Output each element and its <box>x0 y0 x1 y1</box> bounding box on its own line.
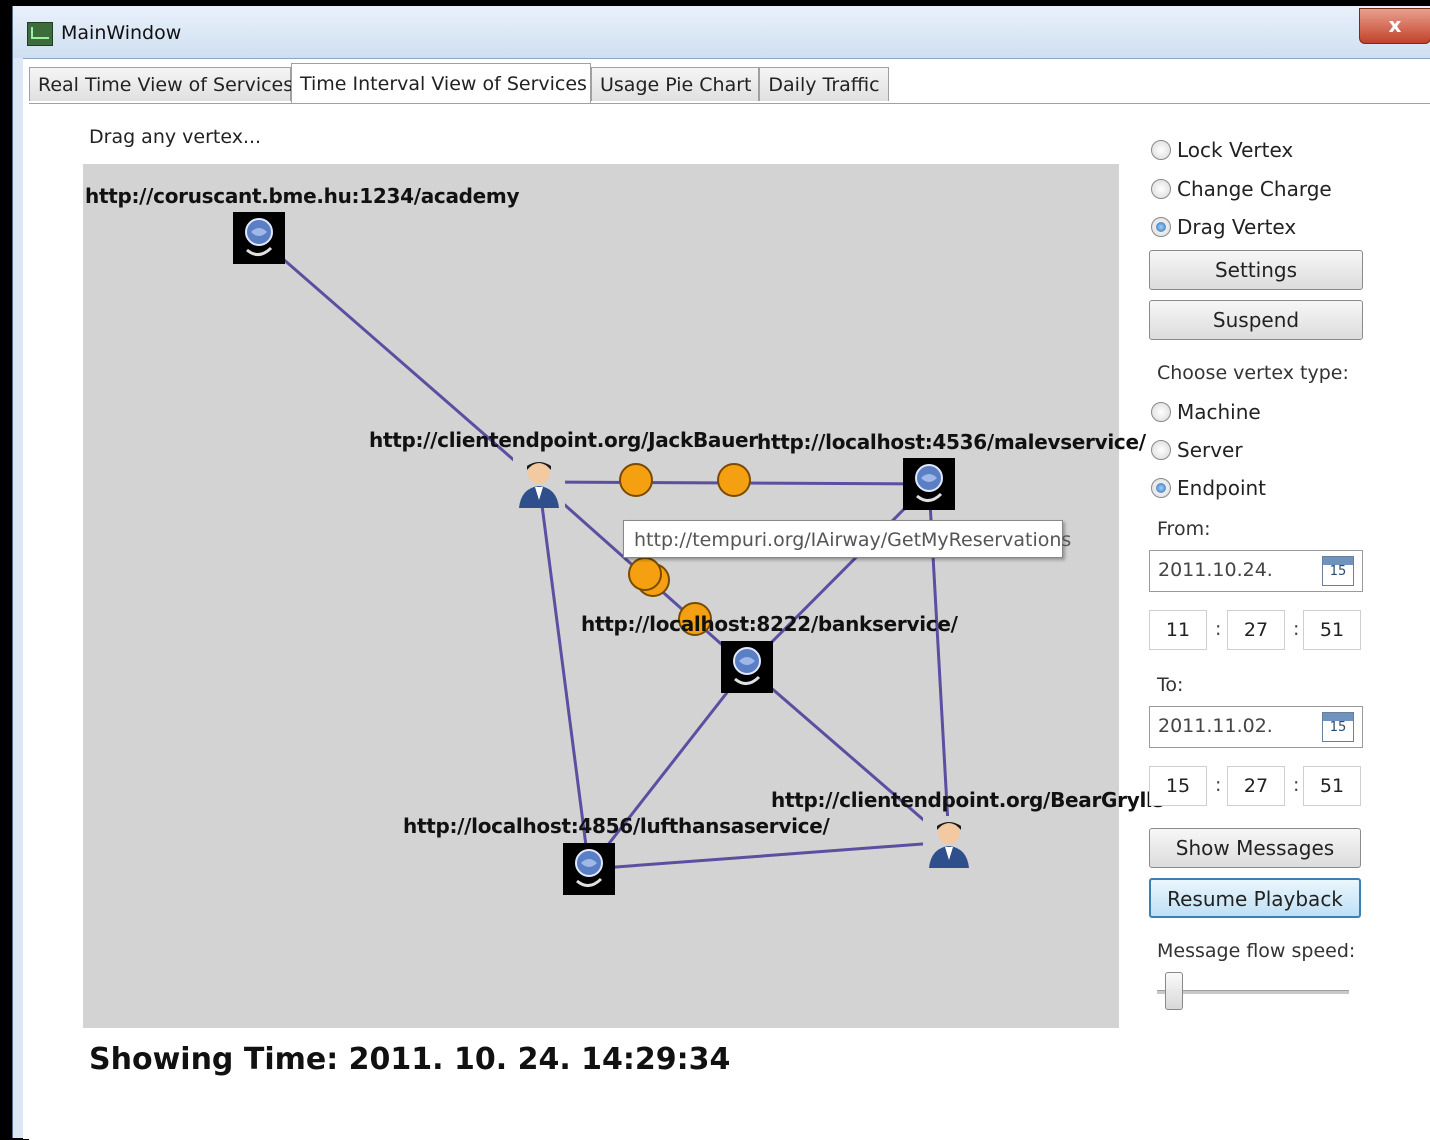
tab-usage-pie-chart[interactable]: Usage Pie Chart <box>591 67 759 101</box>
graph-canvas[interactable]: http://coruscant.bme.hu:1234/academy htt… <box>83 164 1164 1028</box>
tab-daily-traffic[interactable]: Daily Traffic <box>759 67 889 101</box>
vertex-label-beargrylls: http://clientendpoint.org/BearGrylls <box>771 788 1165 812</box>
tab-time-interval-view[interactable]: Time Interval View of Services <box>291 63 591 103</box>
suspend-button[interactable]: Suspend <box>1149 300 1363 340</box>
drag-hint: Drag any vertex... <box>89 126 262 148</box>
time-separator: : <box>1293 774 1300 796</box>
time-separator: : <box>1293 618 1300 640</box>
radio-machine[interactable]: Machine <box>1151 400 1261 424</box>
to-hour-field[interactable]: 15 <box>1149 766 1207 806</box>
radio-label: Drag Vertex <box>1177 215 1297 239</box>
tab-real-time-view[interactable]: Real Time View of Services <box>29 67 293 101</box>
message-tooltip: http://tempuri.org/IAirway/GetMyReservat… <box>623 520 1071 558</box>
service-globe-icon[interactable] <box>233 212 285 264</box>
service-globe-icon[interactable] <box>721 641 773 693</box>
user-icon[interactable] <box>513 456 565 508</box>
radio-label: Lock Vertex <box>1177 138 1294 162</box>
message-dot <box>628 557 662 591</box>
from-minute-field[interactable]: 27 <box>1227 610 1285 650</box>
radio-endpoint[interactable]: Endpoint <box>1151 476 1266 500</box>
radio-label: Server <box>1177 438 1243 462</box>
to-minute-field[interactable]: 27 <box>1227 766 1285 806</box>
to-date-value[interactable]: 2011.11.02. <box>1158 715 1273 737</box>
radio-change-charge[interactable]: Change Charge <box>1151 177 1332 201</box>
radio-circle[interactable] <box>1151 216 1171 237</box>
vertex-label-jackbauer: http://clientendpoint.org/JackBauer <box>369 428 758 452</box>
edge-lufthansa-beargrylls <box>588 840 950 871</box>
settings-button[interactable]: Settings <box>1149 250 1363 290</box>
time-interval-panel: Drag any vertex... http://coruscant.bme.… <box>29 103 1430 1140</box>
graph-edges <box>258 236 951 871</box>
edge-bank-lufthansa <box>587 666 749 870</box>
from-date-value[interactable]: 2011.10.24. <box>1158 559 1273 581</box>
window-title: MainWindow <box>61 22 182 44</box>
radio-circle[interactable] <box>1151 139 1171 160</box>
calendar-day: 15 <box>1329 720 1347 735</box>
radio-circle[interactable] <box>1151 477 1171 498</box>
resume-playback-button[interactable]: Resume Playback <box>1149 878 1361 918</box>
radio-drag-vertex[interactable]: Drag Vertex <box>1151 215 1296 239</box>
vertex-label-malevservice: http://localhost:4536/malevservice/ <box>757 430 1146 454</box>
main-window: MainWindow x Real Time View of Services … <box>12 6 1430 1140</box>
speed-label: Message flow speed: <box>1157 940 1356 962</box>
showing-time: Showing Time: 2011. 10. 24. 14:29:34 <box>89 1042 731 1077</box>
to-second-field[interactable]: 51 <box>1303 766 1361 806</box>
radio-circle[interactable] <box>1151 401 1171 422</box>
message-dot <box>717 463 751 497</box>
from-second-field[interactable]: 51 <box>1303 610 1361 650</box>
vertex-type-label: Choose vertex type: <box>1157 362 1349 384</box>
to-date-picker[interactable]: 2011.11.02. 15 <box>1149 706 1363 748</box>
user-icon[interactable] <box>923 816 975 868</box>
message-dot <box>619 463 653 497</box>
from-hour-field[interactable]: 11 <box>1149 610 1207 650</box>
control-panel: Lock Vertex Change Charge Drag Vertex Se… <box>1145 104 1425 1104</box>
show-messages-button[interactable]: Show Messages <box>1149 828 1361 868</box>
radio-server[interactable]: Server <box>1151 438 1243 462</box>
radio-circle[interactable] <box>1151 439 1171 460</box>
radio-label: Change Charge <box>1177 177 1332 201</box>
calendar-icon[interactable]: 15 <box>1322 712 1354 742</box>
calendar-day: 15 <box>1329 564 1347 579</box>
time-separator: : <box>1215 618 1222 640</box>
calendar-icon[interactable]: 15 <box>1322 556 1354 586</box>
service-globe-icon[interactable] <box>903 458 955 510</box>
app-icon <box>27 22 53 46</box>
vertex-label-bankservice: http://localhost:8222/bankservice/ <box>581 612 958 636</box>
client-area: Real Time View of Services Time Interval… <box>23 58 1430 1140</box>
time-separator: : <box>1215 774 1222 796</box>
speed-slider-thumb[interactable] <box>1165 972 1183 1010</box>
from-label: From: <box>1157 518 1211 540</box>
from-date-picker[interactable]: 2011.10.24. 15 <box>1149 550 1363 592</box>
vertex-label-academy: http://coruscant.bme.hu:1234/academy <box>85 184 520 208</box>
title-bar: MainWindow x <box>13 6 1430 58</box>
radio-label: Machine <box>1177 400 1261 424</box>
close-button[interactable]: x <box>1359 8 1430 44</box>
edge-malev-bank <box>745 482 931 669</box>
radio-lock-vertex[interactable]: Lock Vertex <box>1151 138 1293 162</box>
radio-circle[interactable] <box>1151 178 1171 199</box>
radio-label: Endpoint <box>1177 476 1267 500</box>
to-label: To: <box>1157 674 1184 696</box>
vertex-label-lufthansaservice: http://localhost:4856/lufthansaservice/ <box>403 814 830 838</box>
speed-slider-track[interactable] <box>1157 990 1349 994</box>
service-globe-icon[interactable] <box>563 843 615 895</box>
edge-jackbauer-lufthansa <box>537 481 591 870</box>
